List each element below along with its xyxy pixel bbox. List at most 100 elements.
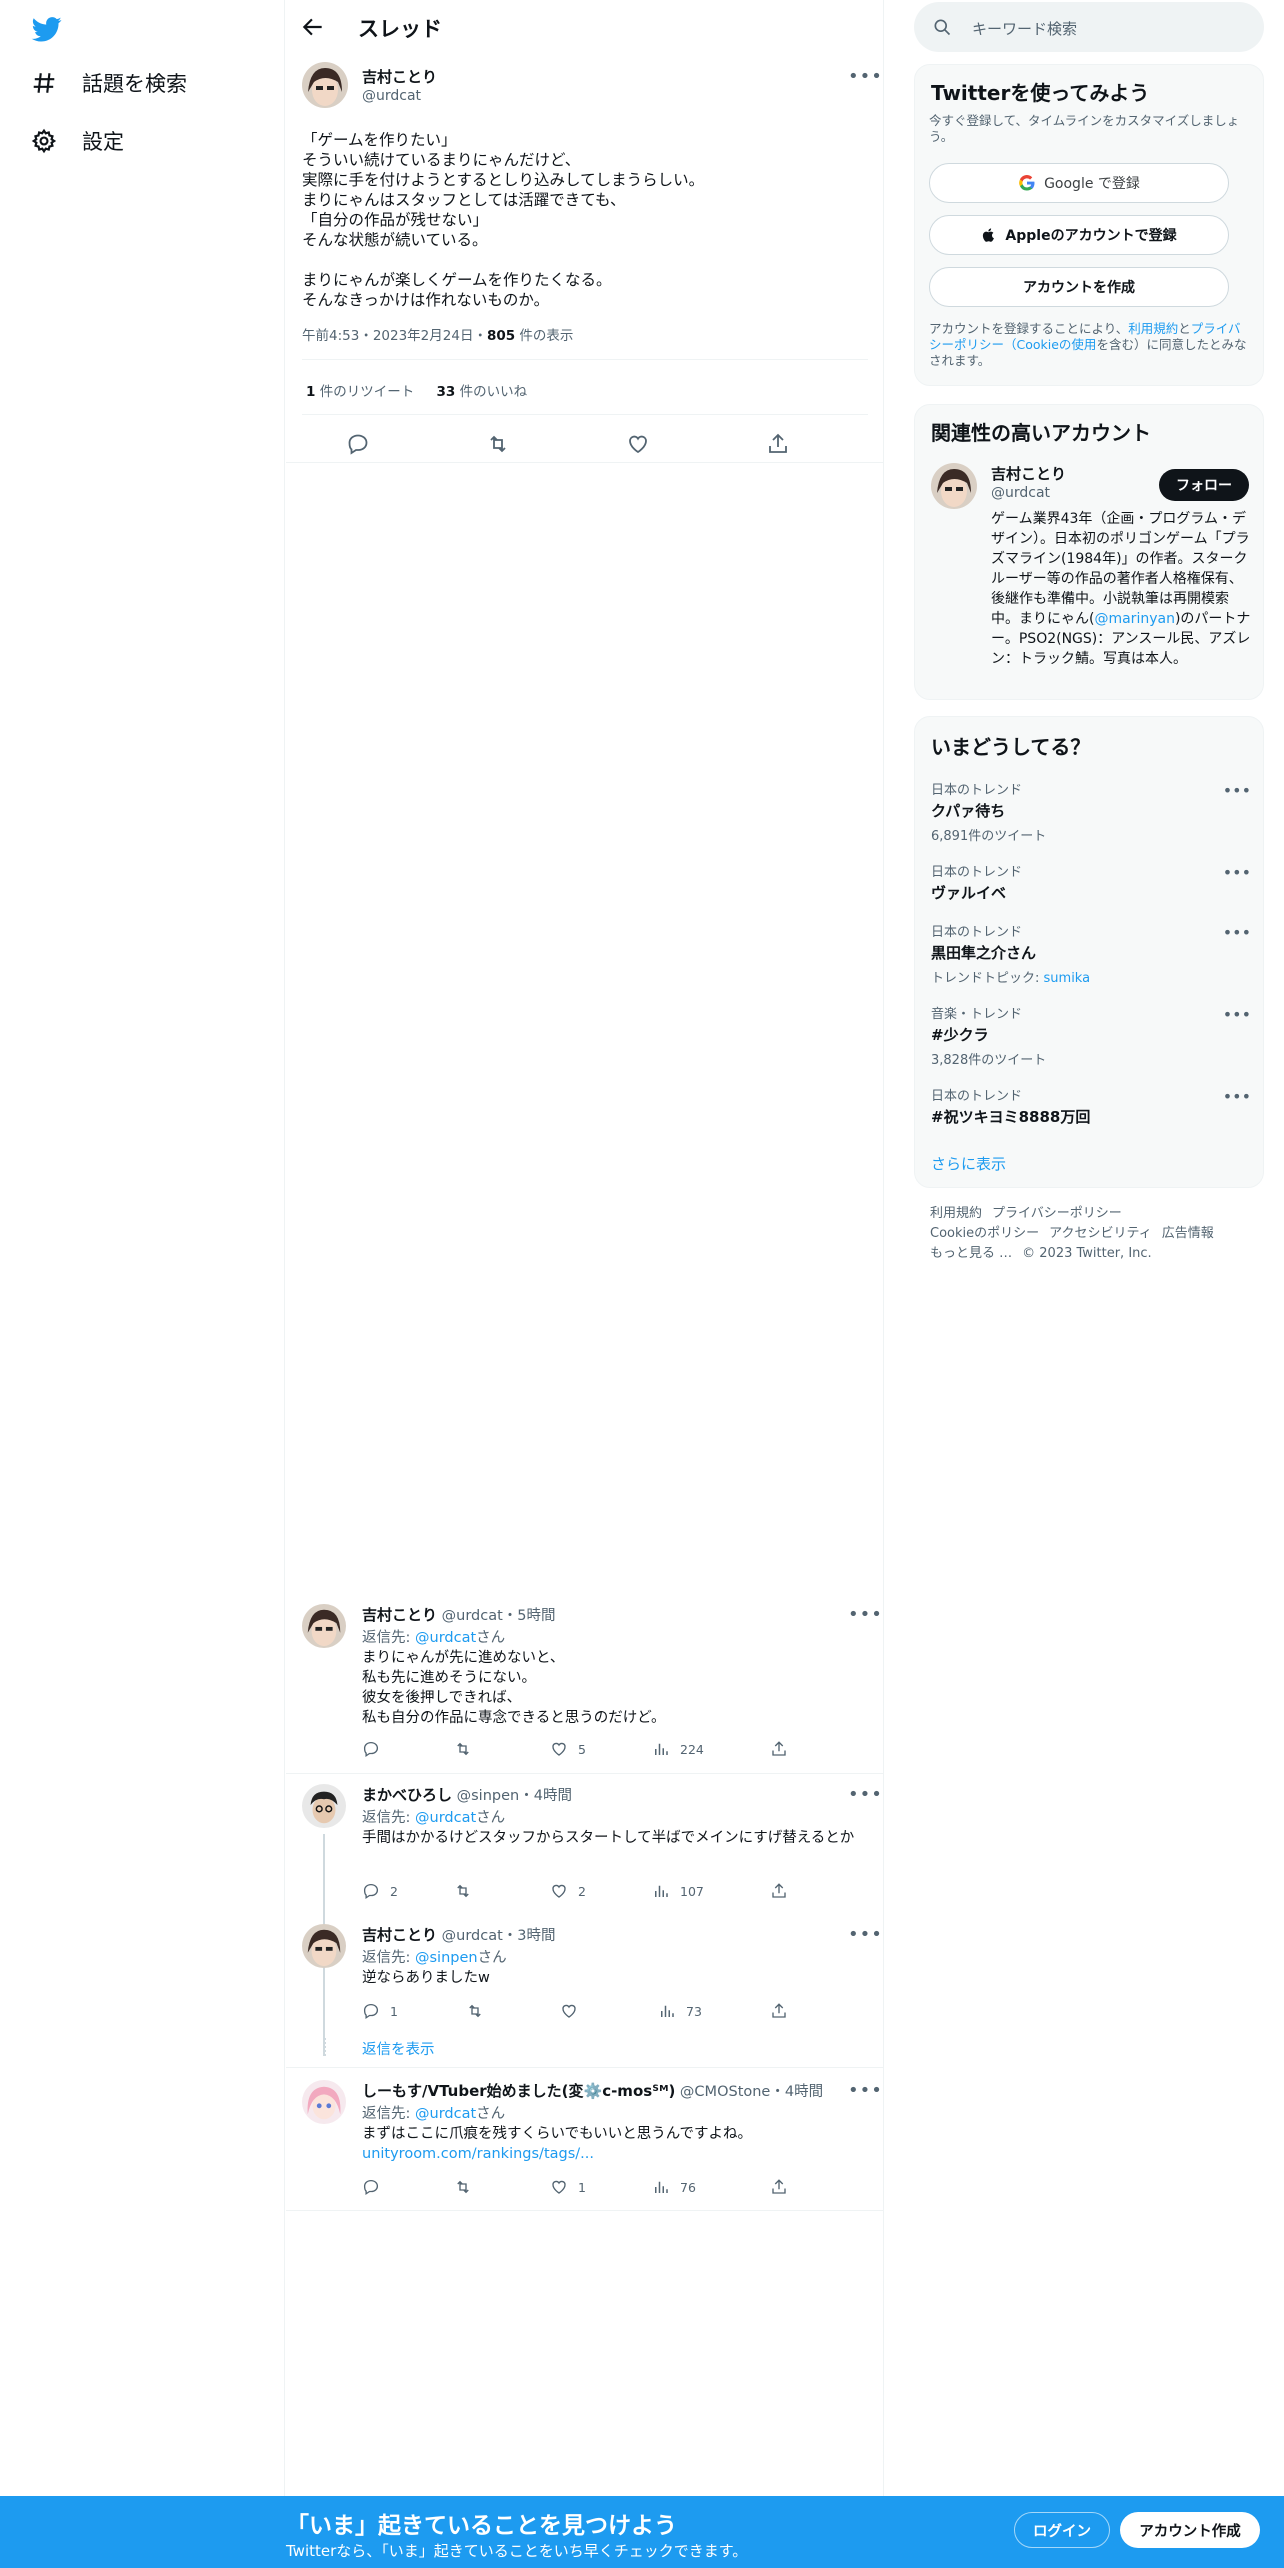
author-name[interactable]: 吉村ことり [362,1606,437,1624]
reply-text: まりにゃんが先に進めないと、 私も先に進めそうにない。 彼女を後押しできれば、 … [362,1650,666,1726]
reply-to-prefix: 返信先: [362,2106,415,2122]
author-name[interactable]: まかべひろし [362,1786,452,1804]
apple-signup-button[interactable]: Appleのアカウントで登録 [929,215,1229,255]
retweet-icon[interactable] [486,432,510,456]
reply-to-suffix: さん [477,1950,507,1966]
share-button[interactable] [770,1882,788,1900]
share-button[interactable] [770,1740,788,1758]
trend-item[interactable]: 日本のトレンド #祝ツキヨミ8888万回 ••• [931,1085,1251,1127]
terms-link[interactable]: 利用規約 [1128,321,1178,336]
retweet-icon [457,2180,469,2194]
retweet-button[interactable] [454,1882,482,1900]
reply-to-prefix: 返信先: [362,1950,415,1966]
reply-to-handle[interactable]: @sinpen [415,1950,478,1966]
footer-link-accessibility[interactable]: アクセシビリティ [1049,1226,1152,1241]
like-icon [562,2004,576,2018]
retweet-button[interactable] [454,1740,482,1758]
author-name[interactable]: 吉村ことり [362,66,437,87]
google-signup-button[interactable]: Google で登録 [929,163,1229,203]
trend-item[interactable]: 日本のトレンド ヴァルイベ ••• [931,861,1251,903]
trend-item[interactable]: 音楽・トレンド #少クラ 3,828件のツイート ••• [931,1003,1251,1068]
show-more-link[interactable]: さらに表示 [931,1153,1006,1174]
divider [286,2210,884,2211]
more-icon[interactable]: ••• [848,68,883,86]
views-button[interactable]: 107 [652,1882,704,1900]
footer-link-cookie[interactable]: Cookieのポリシー [930,1226,1039,1241]
views-button[interactable]: 224 [652,1740,704,1758]
tweet-timestamp[interactable]: 午前4:53・2023年2月24日・ [302,328,487,344]
retweet-button[interactable] [466,2002,494,2020]
author-name[interactable]: しーもす/VTuber始めました(変⚙️c-mosᔆᴹ) [362,2082,675,2100]
like-button[interactable] [560,2002,588,2020]
like-button[interactable]: 5 [550,1740,586,1758]
divider [286,462,884,463]
related-name[interactable]: 吉村ことり [991,463,1066,484]
author-handle-time[interactable]: @CMOStone・4時間 [675,2084,823,2100]
trend-category: 日本のトレンド [931,865,1023,880]
show-replies-link[interactable]: 返信を表示 [362,2038,435,2059]
reply-button[interactable] [362,2178,390,2196]
retweet-button[interactable] [454,2178,482,2196]
trend-item[interactable]: 日本のトレンド クパァ待ち 6,891件のツイート ••• [931,779,1251,844]
avatar[interactable] [302,2080,346,2124]
avatar[interactable] [931,463,977,509]
avatar[interactable] [302,1924,346,1968]
retweet-stat[interactable]: 1 件のリツイート [306,384,414,400]
google-signup-label: Google で登録 [1044,176,1140,192]
footer-link-ads[interactable]: 広告情報 [1162,1226,1214,1241]
more-icon[interactable]: ••• [848,2082,883,2100]
more-icon[interactable]: ••• [848,1786,883,1804]
reply-link[interactable]: unityroom.com/rankings/tags/... [362,2144,862,2164]
more-icon[interactable]: ••• [1223,923,1251,942]
author-handle[interactable]: @urdcat [362,88,421,104]
author-handle-time[interactable]: @urdcat・3時間 [437,1928,556,1944]
views-button[interactable]: 73 [658,2002,702,2020]
related-handle[interactable]: @urdcat [991,485,1050,501]
reply-icon[interactable] [346,432,370,456]
reply-to-handle[interactable]: @urdcat [415,1810,476,1826]
avatar[interactable] [302,1604,346,1648]
trend-topic-link[interactable]: sumika [1044,971,1091,986]
nav-explore[interactable]: 話題を検索 [30,68,187,98]
author-handle-time[interactable]: @urdcat・5時間 [437,1608,556,1624]
search-input[interactable]: キーワード検索 [914,2,1264,52]
views-button[interactable]: 76 [652,2178,696,2196]
reply-to: 返信先: @urdcatさん [362,2102,505,2123]
reply-button[interactable] [362,1740,390,1758]
login-button[interactable]: ログイン [1014,2512,1110,2548]
bio-mention-link[interactable]: @marinyan [1094,611,1174,627]
footer-link-terms[interactable]: 利用規約 [930,1206,982,1221]
reply-button[interactable]: 1 [362,2002,398,2020]
nav-settings[interactable]: 設定 [30,126,124,156]
more-icon[interactable]: ••• [1223,1005,1251,1024]
author-handle-time[interactable]: @sinpen・4時間 [452,1788,572,1804]
more-icon[interactable]: ••• [1223,1087,1251,1106]
more-icon[interactable]: ••• [1223,781,1251,800]
reply-button[interactable]: 2 [362,1882,398,1900]
reply-to-handle[interactable]: @urdcat [415,1630,476,1646]
back-arrow-icon[interactable] [300,14,326,40]
reply-to-handle[interactable]: @urdcat [415,2106,476,2122]
like-button[interactable]: 1 [550,2178,586,2196]
reply-icon [363,1883,379,1900]
signup-button[interactable]: アカウント作成 [1120,2512,1260,2548]
footer-link-privacy[interactable]: プライバシーポリシー [992,1206,1122,1221]
share-icon[interactable] [766,432,790,456]
like-button[interactable]: 2 [550,1882,586,1900]
more-icon[interactable]: ••• [848,1926,883,1944]
share-button[interactable] [770,2002,788,2020]
author-name[interactable]: 吉村ことり [362,1926,437,1944]
more-icon[interactable]: ••• [848,1606,883,1624]
twitter-bird-icon[interactable] [30,14,64,44]
footer-link-more[interactable]: もっと見る … [930,1246,1012,1261]
like-icon[interactable] [626,432,650,456]
avatar[interactable] [302,1784,346,1828]
more-icon[interactable]: ••• [1223,863,1251,882]
trend-item[interactable]: 日本のトレンド 黒田隼之介さん トレンドトピック: sumika ••• [931,921,1251,986]
share-button[interactable] [770,2178,788,2196]
follow-button[interactable]: フォロー [1159,469,1249,501]
create-account-button[interactable]: アカウントを作成 [929,267,1229,307]
avatar[interactable] [302,62,348,108]
like-stat[interactable]: 33 件のいいね [437,384,528,400]
trend-category: 日本のトレンド [931,783,1023,798]
